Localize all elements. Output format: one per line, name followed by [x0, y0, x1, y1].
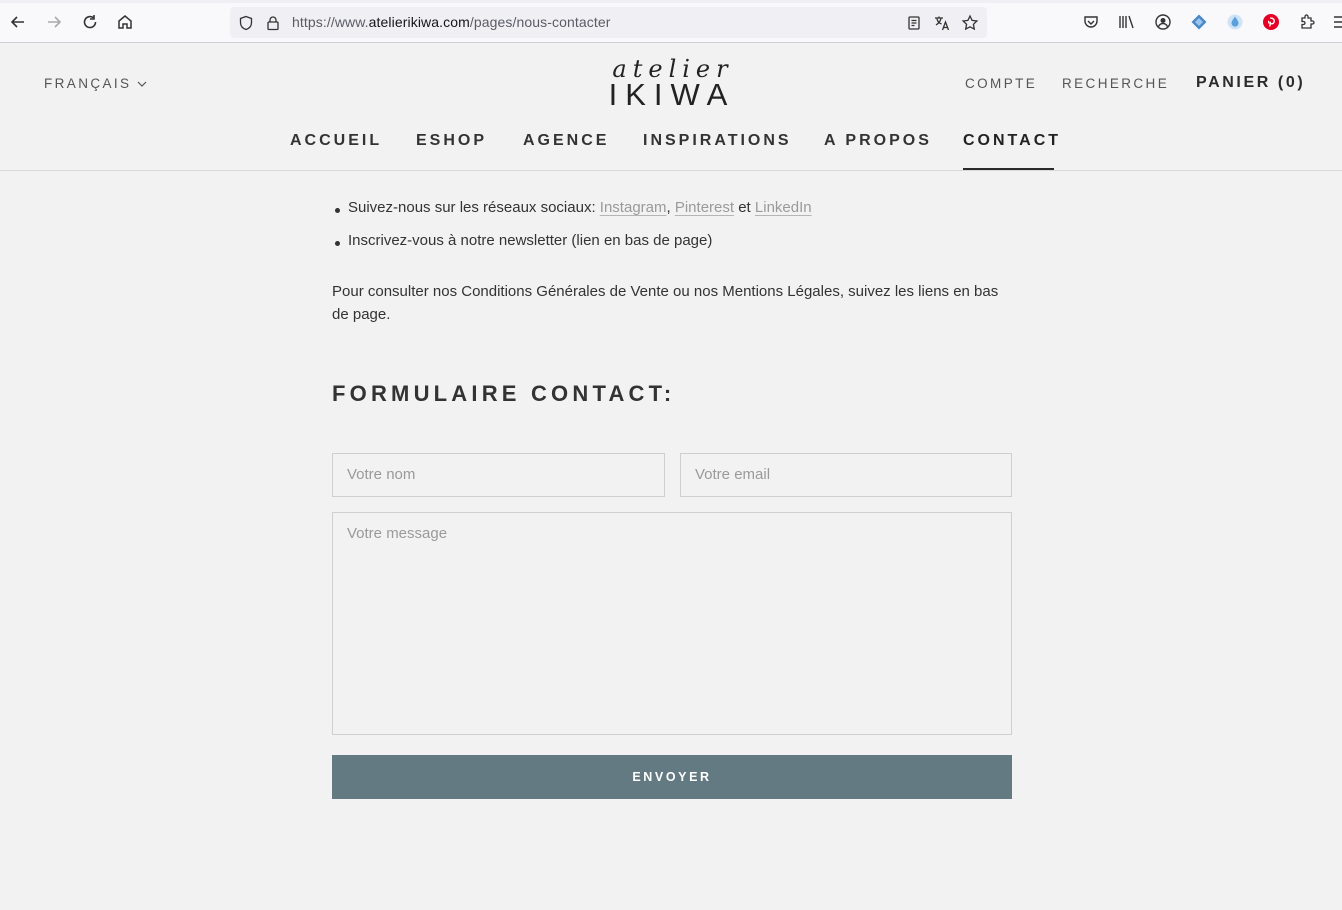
extension-drop-icon[interactable] — [1224, 11, 1246, 33]
library-icon[interactable] — [1116, 11, 1138, 33]
pinterest-link[interactable]: Pinterest — [675, 199, 734, 216]
nav-item-agence[interactable]: AGENCE — [523, 132, 609, 150]
reader-view-icon[interactable] — [904, 13, 924, 33]
url-prefix: https://www. — [292, 14, 369, 30]
site-logo[interactable]: atelier IKIWA — [597, 56, 747, 112]
email-field[interactable]: Votre email — [680, 453, 1012, 497]
bookmark-star-icon[interactable] — [960, 13, 980, 33]
language-label: FRANÇAIS — [44, 76, 132, 91]
language-selector[interactable]: FRANÇAIS — [44, 76, 147, 91]
overflow-menu-icon[interactable] — [1330, 11, 1342, 33]
logo-caps-text: IKIWA — [608, 77, 736, 112]
browser-toolbar: https://www.atelierikiwa.com/pages/nous-… — [0, 0, 1342, 43]
reload-icon — [83, 15, 97, 29]
url-host: atelierikiwa.com — [368, 14, 470, 30]
home-icon — [118, 15, 132, 29]
pinterest-icon[interactable] — [1260, 11, 1282, 33]
active-nav-underline — [963, 168, 1054, 170]
separator-comma: , — [666, 199, 675, 216]
linkedin-link[interactable]: LinkedIn — [755, 199, 812, 216]
name-field[interactable]: Votre nom — [332, 453, 665, 497]
forward-button[interactable] — [42, 10, 66, 34]
forward-arrow-icon — [48, 16, 62, 28]
newsletter-bullet: Inscrivez-vous à notre newsletter (lien … — [334, 232, 713, 249]
nav-item-contact[interactable]: CONTACT — [963, 132, 1061, 150]
nav-item-a-propos[interactable]: A PROPOS — [824, 132, 932, 150]
form-title: FORMULAIRE CONTACT: — [332, 381, 676, 406]
social-bullet: Suivez-nous sur les réseaux sociaux: Ins… — [335, 199, 812, 216]
lock-icon[interactable] — [263, 13, 283, 33]
tracking-shield-icon[interactable] — [236, 13, 256, 33]
url-text[interactable]: https://www.atelierikiwa.com/pages/nous-… — [292, 14, 611, 30]
extensions-puzzle-icon[interactable] — [1296, 11, 1318, 33]
account-link[interactable]: COMPTE — [965, 76, 1037, 91]
nav-item-inspirations[interactable]: INSPIRATIONS — [643, 132, 792, 150]
back-arrow-icon — [10, 16, 24, 28]
url-path: /pages/nous-contacter — [469, 14, 611, 30]
account-icon[interactable] — [1152, 11, 1174, 33]
home-button[interactable] — [113, 10, 137, 34]
legal-paragraph: Pour consulter nos Conditions Générales … — [332, 283, 999, 323]
social-bullet-text: Suivez-nous sur les réseaux sociaux: — [348, 199, 600, 216]
back-button[interactable] — [6, 10, 30, 34]
chevron-down-icon — [138, 81, 147, 87]
nav-item-accueil[interactable]: ACCUEIL — [290, 132, 382, 150]
site-header: FRANÇAIS atelier IKIWA COMPTE RECHERCHE … — [0, 43, 1342, 171]
nav-item-eshop[interactable]: ESHOP — [416, 132, 487, 150]
message-field[interactable]: Votre message — [332, 512, 1012, 735]
address-bar[interactable]: https://www.atelierikiwa.com/pages/nous-… — [230, 7, 987, 38]
instagram-link[interactable]: Instagram — [600, 199, 667, 216]
tab-strip-edge — [0, 0, 1342, 3]
extension-diamond-icon[interactable] — [1188, 11, 1210, 33]
separator-et: et — [734, 199, 755, 216]
search-link[interactable]: RECHERCHE — [1062, 76, 1169, 91]
reload-button[interactable] — [78, 10, 102, 34]
cart-link[interactable]: PANIER (0) — [1196, 74, 1305, 92]
translate-icon[interactable] — [932, 13, 952, 33]
pocket-icon[interactable] — [1080, 11, 1102, 33]
submit-button[interactable]: ENVOYER — [332, 755, 1012, 799]
